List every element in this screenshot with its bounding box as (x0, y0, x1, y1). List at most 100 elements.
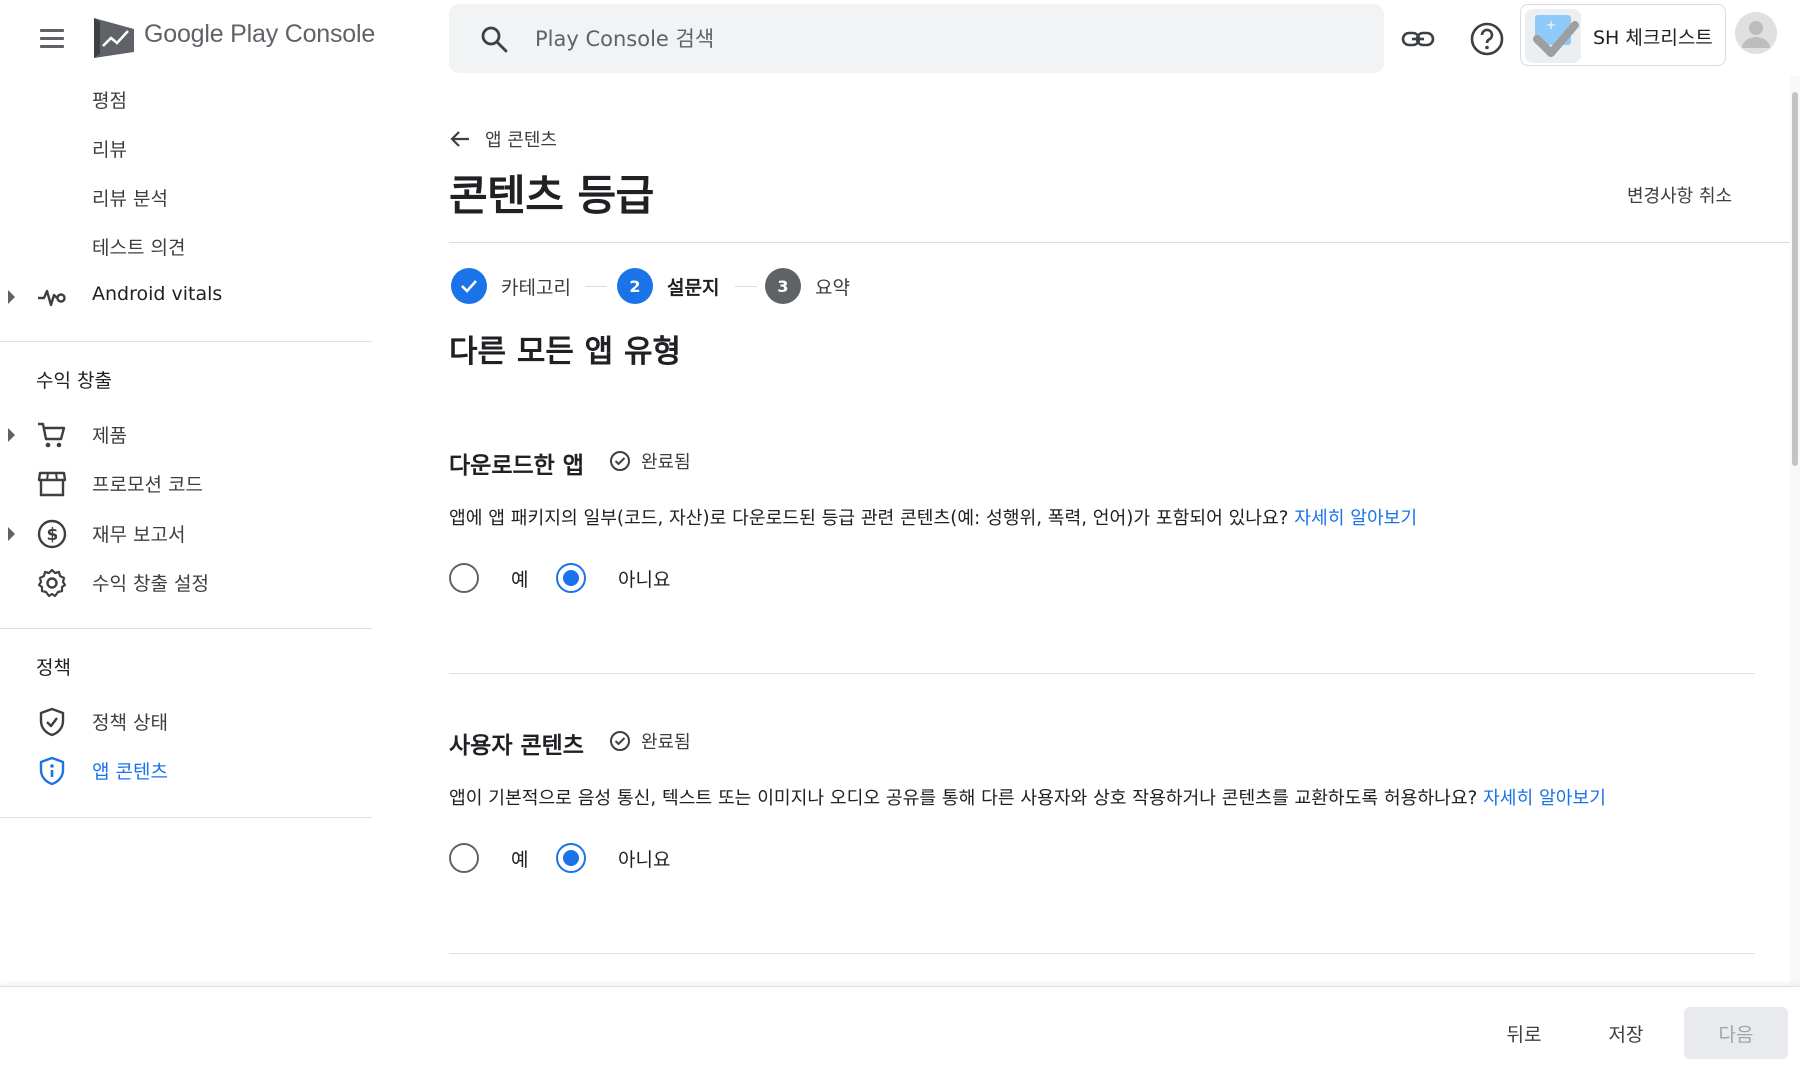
step-number: 3 (765, 268, 801, 304)
app-icon: + (1525, 9, 1581, 63)
title-divider (449, 242, 1790, 243)
question-text: 앱에 앱 패키지의 일부(코드, 자산)로 다운로드된 등급 관련 콘텐츠(예:… (449, 504, 1417, 530)
nav-item-review-analysis[interactable]: 리뷰 분석 (0, 174, 372, 222)
nav-item-label: 리뷰 분석 (92, 188, 168, 210)
app-name: SH 체크리스트 (1593, 27, 1713, 49)
nav-item-label: 앱 콘텐츠 (92, 761, 168, 783)
step-connector (735, 286, 757, 287)
back-button[interactable]: 뒤로 (1484, 1009, 1564, 1057)
search-input[interactable] (535, 18, 1355, 60)
scrollbar-thumb[interactable] (1792, 92, 1798, 466)
question-text: 앱이 기본적으로 음성 통신, 텍스트 또는 이미지나 오디오 공유를 통해 다… (449, 784, 1606, 810)
radio-label: 아니요 (618, 568, 671, 591)
nav-item-label: 정책 상태 (92, 712, 168, 734)
step-label: 카테고리 (501, 276, 571, 299)
shield-info-icon (39, 756, 65, 786)
top-app-bar: Google Play Console + SH 체크리스트 (0, 0, 1800, 76)
avatar[interactable] (1735, 12, 1777, 54)
question-divider (449, 673, 1755, 674)
nav-section-monetize: 수익 창출 (36, 370, 112, 392)
back-link[interactable]: 앱 콘텐츠 (449, 124, 557, 154)
cart-icon (38, 422, 66, 448)
nav-item-app-content[interactable]: 앱 콘텐츠 (0, 747, 372, 795)
nav-item-label: 테스트 의견 (92, 237, 186, 259)
nav-item-financial-reports[interactable]: $ 재무 보고서 (0, 510, 372, 558)
nav-item-promo-codes[interactable]: 프로모션 코드 (0, 460, 372, 508)
nav-item-label: 재무 보고서 (92, 524, 186, 546)
menu-icon[interactable] (34, 20, 70, 56)
nav-item-label: 평점 (92, 90, 127, 112)
nav-item-label: 프로모션 코드 (92, 474, 203, 496)
nav-divider (0, 341, 372, 342)
back-link-label: 앱 콘텐츠 (485, 130, 557, 151)
radio-circle[interactable] (449, 843, 479, 873)
radio-yes[interactable]: 예 (449, 838, 528, 878)
nav-item-reviews[interactable]: 리뷰 (0, 125, 372, 173)
check-icon (451, 268, 487, 304)
radio-group: 예 아니요 (449, 558, 849, 598)
play-console-logo (94, 18, 134, 58)
step-number: 2 (617, 268, 653, 304)
expand-caret-icon[interactable] (8, 428, 15, 442)
learn-more-link[interactable]: 자세히 알아보기 (1294, 508, 1417, 529)
stepper: 카테고리 2 설문지 3 요약 (449, 266, 1049, 306)
question-text-body: 앱이 기본적으로 음성 통신, 텍스트 또는 이미지나 오디오 공유를 통해 다… (449, 788, 1478, 809)
step-label: 설문지 (667, 276, 720, 299)
step-label: 요약 (815, 276, 850, 299)
gear-icon (37, 568, 67, 598)
store-icon (37, 471, 67, 497)
help-icon[interactable] (1468, 20, 1506, 58)
vitals-icon (38, 289, 66, 307)
side-navigation: 평점 리뷰 리뷰 분석 테스트 의견 Android vitals 수익 창출 … (0, 76, 372, 986)
search-icon (481, 26, 508, 53)
nav-item-label: 리뷰 (92, 139, 127, 161)
radio-circle-selected[interactable] (556, 563, 586, 593)
radio-yes[interactable]: 예 (449, 558, 528, 598)
question-title: 다운로드한 앱 (449, 453, 584, 479)
section-heading: 다른 모든 앱 유형 (449, 334, 682, 370)
dollar-icon: $ (37, 519, 67, 549)
question-text-body: 앱에 앱 패키지의 일부(코드, 자산)로 다운로드된 등급 관련 콘텐츠(예:… (449, 508, 1289, 529)
step-connector (585, 286, 607, 287)
discard-changes-button[interactable]: 변경사항 취소 (1627, 182, 1732, 208)
nav-divider (0, 628, 372, 629)
status-badge: 완료됨 (609, 448, 691, 474)
nav-item-label: Android vitals (92, 283, 223, 305)
action-footer: 뒤로 저장 다음 (0, 986, 1800, 1068)
learn-more-link[interactable]: 자세히 알아보기 (1483, 788, 1606, 809)
step-category[interactable]: 카테고리 (451, 266, 571, 306)
expand-caret-icon[interactable] (8, 527, 15, 541)
nav-item-policy-status[interactable]: 정책 상태 (0, 698, 372, 746)
nav-item-android-vitals[interactable]: Android vitals (0, 273, 372, 321)
step-questionnaire[interactable]: 2 설문지 (617, 266, 719, 306)
question-divider (449, 953, 1755, 954)
status-badge: 완료됨 (609, 728, 691, 754)
search-bar[interactable] (449, 4, 1384, 73)
nav-item-ratings[interactable]: 평점 (0, 76, 372, 124)
svg-text:+: + (1546, 18, 1556, 32)
app-selector[interactable]: + SH 체크리스트 (1520, 4, 1726, 66)
radio-group: 예 아니요 (449, 838, 849, 878)
brand-name: Google Play Console (144, 20, 376, 48)
expand-caret-icon[interactable] (8, 290, 15, 304)
svg-text:$: $ (47, 525, 59, 545)
radio-circle[interactable] (449, 563, 479, 593)
check-circle-icon (610, 451, 630, 471)
radio-no[interactable]: 아니요 (556, 838, 670, 878)
save-button[interactable]: 저장 (1586, 1009, 1666, 1057)
nav-item-products[interactable]: 제품 (0, 411, 372, 459)
nav-item-monetization-settings[interactable]: 수익 창출 설정 (0, 559, 372, 607)
step-summary[interactable]: 3 요약 (765, 266, 850, 306)
next-button[interactable]: 다음 (1684, 1007, 1788, 1059)
radio-circle-selected[interactable] (556, 843, 586, 873)
nav-divider (0, 817, 372, 818)
nav-item-label: 수익 창출 설정 (92, 573, 209, 595)
page-title: 콘텐츠 등급 (449, 171, 654, 220)
radio-no[interactable]: 아니요 (556, 558, 670, 598)
link-icon[interactable] (1399, 20, 1437, 58)
nav-item-testing-feedback[interactable]: 테스트 의견 (0, 223, 372, 271)
check-circle-icon (610, 731, 630, 751)
radio-label: 예 (511, 568, 529, 591)
question-title: 사용자 콘텐츠 (449, 733, 584, 759)
arrow-back-icon (450, 131, 469, 147)
